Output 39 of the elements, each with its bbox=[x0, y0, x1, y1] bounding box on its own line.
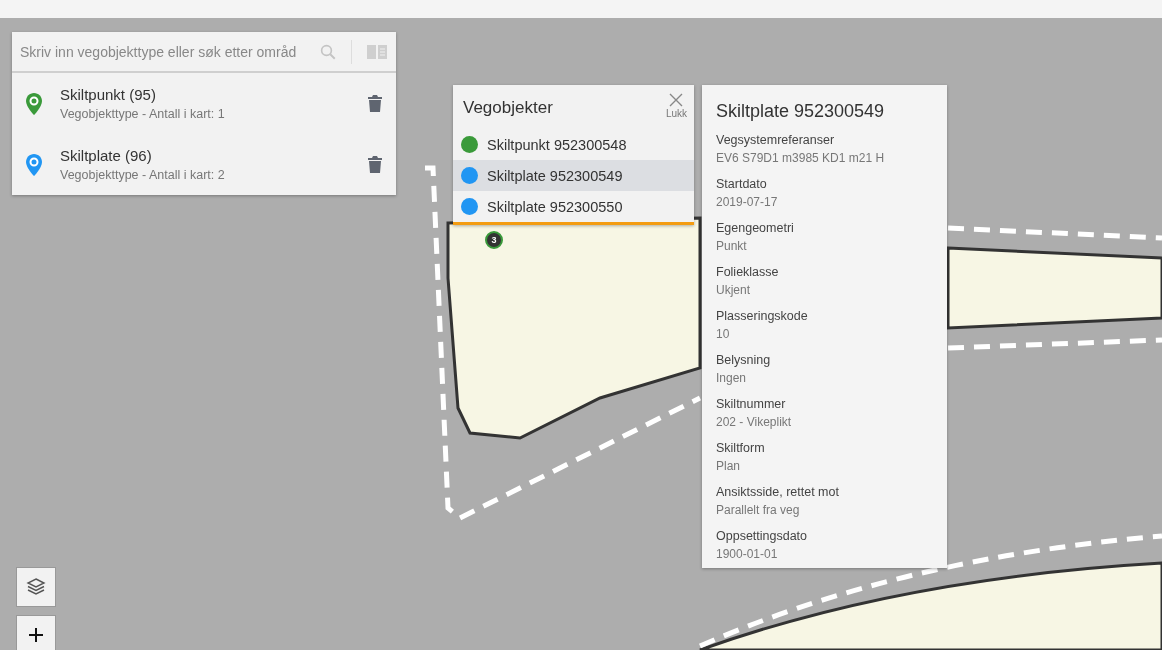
plus-icon bbox=[29, 628, 43, 642]
popup-title: Vegobjekter bbox=[463, 98, 553, 118]
field-label: Startdato bbox=[716, 177, 768, 191]
field-value: 10 bbox=[716, 327, 731, 341]
close-button[interactable]: Lukk bbox=[665, 93, 687, 119]
field-value: EV6 S79D1 m3985 KD1 m21 H bbox=[716, 151, 886, 165]
delete-button[interactable] bbox=[366, 154, 384, 175]
field-value: Ukjent bbox=[716, 283, 751, 297]
field-value: Parallelt fra veg bbox=[716, 503, 801, 517]
details-title: Skiltplate 952300549 bbox=[716, 101, 886, 122]
field-label: Skiltform bbox=[716, 441, 766, 455]
layer-subtitle: Vegobjekttype - Antall i kart: 2 bbox=[60, 168, 226, 182]
object-list-item[interactable]: Skiltpunkt 952300548 bbox=[453, 129, 694, 160]
layer-subtitle: Vegobjekttype - Antall i kart: 1 bbox=[60, 107, 226, 121]
layers-icon bbox=[26, 577, 46, 597]
delete-button[interactable] bbox=[366, 93, 384, 114]
field-label: Belysning bbox=[716, 353, 772, 367]
field-label: Ansiktsside, rettet mot bbox=[716, 485, 840, 499]
zoom-in-button[interactable] bbox=[16, 615, 56, 650]
field-value: 2019-07-17 bbox=[716, 195, 779, 209]
layer-name: Skiltpunkt (95) bbox=[60, 86, 157, 103]
field-label: Plasseringskode bbox=[716, 309, 809, 323]
search-input[interactable]: Skriv inn vegobjekttype eller søk etter områd bbox=[20, 43, 309, 60]
field-label: Folieklasse bbox=[716, 265, 780, 279]
field-value: 1900-01-01 bbox=[716, 547, 779, 561]
field-label: Skiltnummer bbox=[716, 397, 787, 411]
close-icon bbox=[669, 93, 684, 107]
field-value: Plan bbox=[716, 459, 742, 473]
object-list-item[interactable]: Skiltplate 952300550 bbox=[453, 191, 694, 222]
field-value: Ingen bbox=[716, 371, 748, 385]
layer-name: Skiltplate (96) bbox=[60, 147, 153, 164]
field-value: 202 - Vikeplikt bbox=[716, 415, 793, 429]
field-label: Vegsystemreferanser bbox=[716, 133, 836, 147]
object-list-item[interactable]: Skiltplate 952300549 bbox=[453, 160, 694, 191]
field-value: Punkt bbox=[716, 239, 748, 253]
search-field[interactable]: Skriv inn vegobjekttype eller søk etter områd bbox=[12, 32, 396, 73]
field-label: Egengeometri bbox=[716, 221, 795, 235]
layers-button[interactable] bbox=[16, 567, 56, 607]
field-label: Oppsettingsdato bbox=[716, 529, 809, 543]
